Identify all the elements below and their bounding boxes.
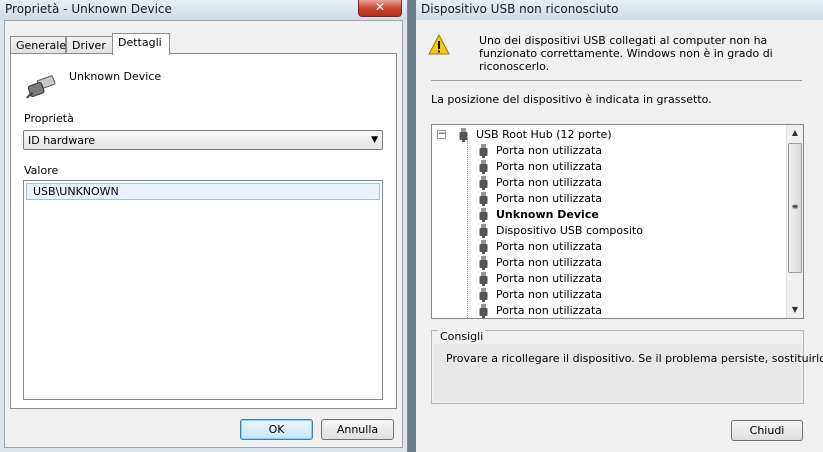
property-label: Proprietà xyxy=(24,112,74,125)
usb-connector-icon xyxy=(479,224,488,238)
tab-dettagli[interactable]: Dettagli xyxy=(112,33,170,55)
scroll-down-arrow-icon[interactable]: ▼ xyxy=(787,302,803,318)
usb-connector-icon xyxy=(479,144,488,158)
value-list[interactable]: USB\UNKNOWN xyxy=(23,180,383,400)
tree-item-label: Porta non utilizzata xyxy=(496,288,603,301)
tree-item-label: Porta non utilizzata xyxy=(496,144,603,157)
property-select[interactable]: ID hardware ▼ xyxy=(23,130,383,150)
tree-item-label: Porta non utilizzata xyxy=(496,240,603,253)
tree-item-label: Porta non utilizzata xyxy=(496,304,603,317)
tree-connector-line xyxy=(467,139,468,318)
location-hint: La posizione del dispositivo è indicata … xyxy=(431,93,712,106)
advice-box: Provare a ricollegare il dispositivo. Se… xyxy=(434,344,823,401)
usb-connector-icon xyxy=(479,160,488,174)
tree-item-label: Porta non utilizzata xyxy=(496,272,603,285)
usb-connector-icon xyxy=(479,304,488,318)
tree-item-label: Porta non utilizzata xyxy=(496,192,603,205)
warning-icon xyxy=(428,34,450,55)
advice-text: Provare a ricollegare il dispositivo. Se… xyxy=(446,352,823,365)
close-button[interactable]: ✕ xyxy=(358,0,402,17)
usb-connector-icon xyxy=(479,240,488,254)
usb-connector-icon xyxy=(479,176,488,190)
usb-connector-icon xyxy=(479,272,488,286)
property-selected-value: ID hardware xyxy=(28,134,96,147)
title-bar[interactable]: Dispositivo USB non riconosciuto xyxy=(416,0,823,20)
tree-item-label: Dispositivo USB composito xyxy=(496,224,643,237)
tab-driver[interactable]: Driver xyxy=(66,36,113,54)
separator xyxy=(431,80,802,81)
usb-connector-icon xyxy=(479,288,488,302)
tree-item-label: Unknown Device xyxy=(496,208,599,221)
tree-scrollbar[interactable]: ▲ ≡ ▼ xyxy=(786,125,803,318)
scroll-thumb[interactable]: ≡ xyxy=(788,143,802,273)
cancel-button[interactable]: Annulla xyxy=(321,419,394,440)
tree-item-label: Porta non utilizzata xyxy=(496,160,603,173)
usb-connector-icon xyxy=(479,192,488,206)
tree-item-label: Porta non utilizzata xyxy=(496,176,603,189)
advice-legend: Consigli xyxy=(438,330,486,343)
advice-group: Provare a ricollegare il dispositivo. Se… xyxy=(431,330,823,404)
usb-plug-icon xyxy=(26,75,56,99)
error-message: Uno dei dispositivi USB collegati al com… xyxy=(479,34,773,73)
usb-device-tree[interactable]: − USB Root Hub (12 porte) Porta non util… xyxy=(431,124,804,319)
tree-item-label: Porta non utilizzata xyxy=(496,256,603,269)
value-label: Valore xyxy=(24,164,59,177)
collapse-toggle[interactable]: − xyxy=(437,130,446,139)
chevron-down-icon: ▼ xyxy=(371,135,378,145)
close-dialog-button[interactable]: Chiudi xyxy=(731,420,803,441)
usb-connector-icon xyxy=(479,256,488,270)
ok-button[interactable]: OK xyxy=(240,419,313,440)
tab-generale[interactable]: Generale xyxy=(10,36,66,54)
device-name: Unknown Device xyxy=(69,70,162,83)
window-title: Proprietà - Unknown Device xyxy=(5,2,172,16)
usb-connector-icon xyxy=(459,128,468,142)
window-title: Dispositivo USB non riconosciuto xyxy=(421,2,619,16)
scroll-up-arrow-icon[interactable]: ▲ xyxy=(787,125,803,141)
title-bar[interactable]: Proprietà - Unknown Device ✕ xyxy=(0,0,407,20)
usb-connector-icon xyxy=(479,208,488,222)
value-list-item[interactable]: USB\UNKNOWN xyxy=(26,183,380,200)
tree-root-label: USB Root Hub (12 porte) xyxy=(476,128,612,141)
